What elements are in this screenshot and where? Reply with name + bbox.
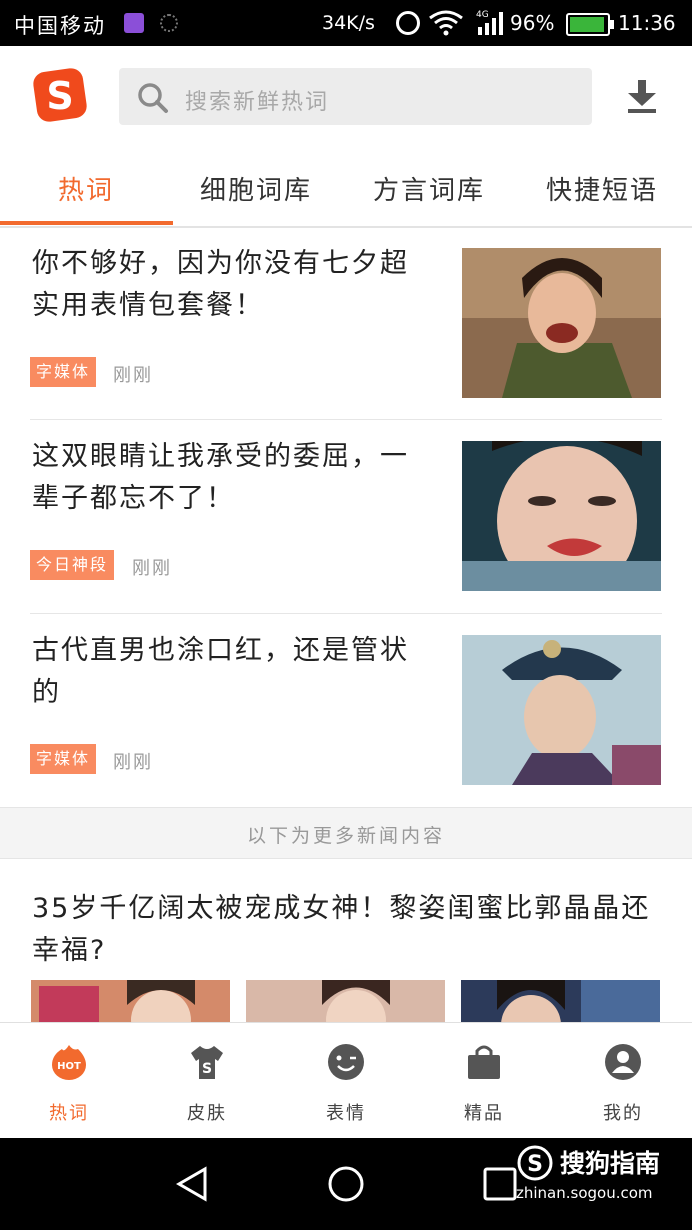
svg-text:S: S: [527, 1152, 543, 1177]
nav-label: 皮肤: [187, 1103, 227, 1124]
shopping-bag-icon: [468, 1045, 500, 1079]
watermark-url: zhinan.sogou.com: [516, 1184, 653, 1202]
news-thumbnail: [462, 248, 661, 398]
back-icon[interactable]: [175, 1166, 209, 1202]
logo-letter: S: [46, 74, 73, 118]
more-news-separator: 以下为更多新闻内容: [0, 807, 692, 859]
active-tab-indicator: [0, 221, 173, 225]
category-tabs: 热词 细胞词库 方言词库 快捷短语: [0, 150, 692, 228]
wifi-icon: [429, 10, 463, 36]
nav-label: 精品: [464, 1103, 504, 1124]
nav-hot-words[interactable]: HOT 热词: [0, 1023, 138, 1139]
svg-text:S: S: [202, 1061, 212, 1077]
news-item[interactable]: 这双眼睛让我承受的委屈，一辈子都忘不了！ 今日神段 刚刚: [30, 420, 662, 613]
news-item[interactable]: 你不够好，因为你没有七夕超实用表情包套餐！ 字媒体 刚刚: [30, 227, 662, 420]
news-source-tag: 字媒体: [30, 357, 97, 387]
carrier-name: 中国移动: [14, 14, 106, 38]
news-item[interactable]: 古代直男也涂口红，还是管状的 字媒体 刚刚: [30, 614, 662, 807]
hot-badge-text: HOT: [57, 1061, 81, 1072]
tab-dialect-dictionary[interactable]: 方言词库: [373, 170, 485, 207]
tab-cell-dictionary[interactable]: 细胞词库: [200, 170, 312, 207]
nav-emoji[interactable]: 表情: [277, 1023, 415, 1139]
news-source-tag: 今日神段: [30, 550, 115, 580]
news-thumbnail: [462, 441, 661, 591]
more-news-label: 以下为更多新闻内容: [246, 825, 445, 847]
download-icon[interactable]: [624, 80, 660, 114]
emoji-wink-icon: [328, 1044, 364, 1080]
news-time: 刚刚: [113, 752, 153, 773]
sogou-logo[interactable]: S: [31, 66, 89, 124]
profile-icon: [605, 1044, 641, 1080]
news-thumbnail: [462, 635, 661, 785]
watermark-name: 搜狗指南: [560, 1149, 661, 1178]
search-placeholder: 搜索新鲜热词: [185, 90, 330, 115]
sogou-watermark-logo: S: [517, 1145, 553, 1181]
skin-tshirt-icon: S: [191, 1046, 223, 1079]
recents-icon[interactable]: [483, 1167, 517, 1201]
news-time: 刚刚: [113, 365, 153, 386]
nav-label: 表情: [326, 1103, 366, 1124]
network-type: 4G: [476, 10, 489, 20]
battery-percent: 96%: [510, 11, 555, 35]
clock: 11:36: [618, 11, 676, 35]
nav-boutique[interactable]: 精品: [415, 1023, 553, 1139]
paw-notification-icon: [160, 14, 178, 32]
status-bar: 中国移动 34K/s 4G 96% 11:36: [0, 0, 692, 46]
network-speed: 34K/s: [322, 12, 375, 34]
news-title: 古代直男也涂口红，还是管状的: [32, 635, 409, 708]
home-icon[interactable]: [327, 1165, 365, 1203]
tab-hot-words[interactable]: 热词: [58, 170, 114, 207]
nav-label: 我的: [603, 1103, 643, 1124]
news-title: 这双眼睛让我承受的委屈，一辈子都忘不了！: [32, 441, 409, 514]
search-input[interactable]: 搜索新鲜热词: [119, 68, 592, 125]
article-title[interactable]: 35岁千亿阔太被宠成女神！黎姿闺蜜比郭晶晶还幸福?: [32, 888, 662, 972]
search-icon: [138, 83, 168, 113]
news-title: 你不够好，因为你没有七夕超实用表情包套餐！: [32, 248, 409, 321]
signal-icon: 4G: [476, 10, 503, 35]
tab-quick-phrases[interactable]: 快捷短语: [546, 170, 658, 207]
nav-label: 热词: [49, 1103, 89, 1124]
nav-mine[interactable]: 我的: [554, 1023, 692, 1139]
news-source-tag: 字媒体: [30, 744, 97, 774]
bottom-navigation: HOT 热词 S 皮肤 表情 精品 我的: [0, 1022, 692, 1139]
alarm-icon: [396, 11, 420, 35]
nav-skin[interactable]: S 皮肤: [138, 1023, 276, 1139]
battery-icon: [566, 13, 614, 36]
hot-icon: HOT: [52, 1045, 86, 1080]
news-time: 刚刚: [132, 558, 172, 579]
gallery-notification-icon: [124, 13, 144, 33]
